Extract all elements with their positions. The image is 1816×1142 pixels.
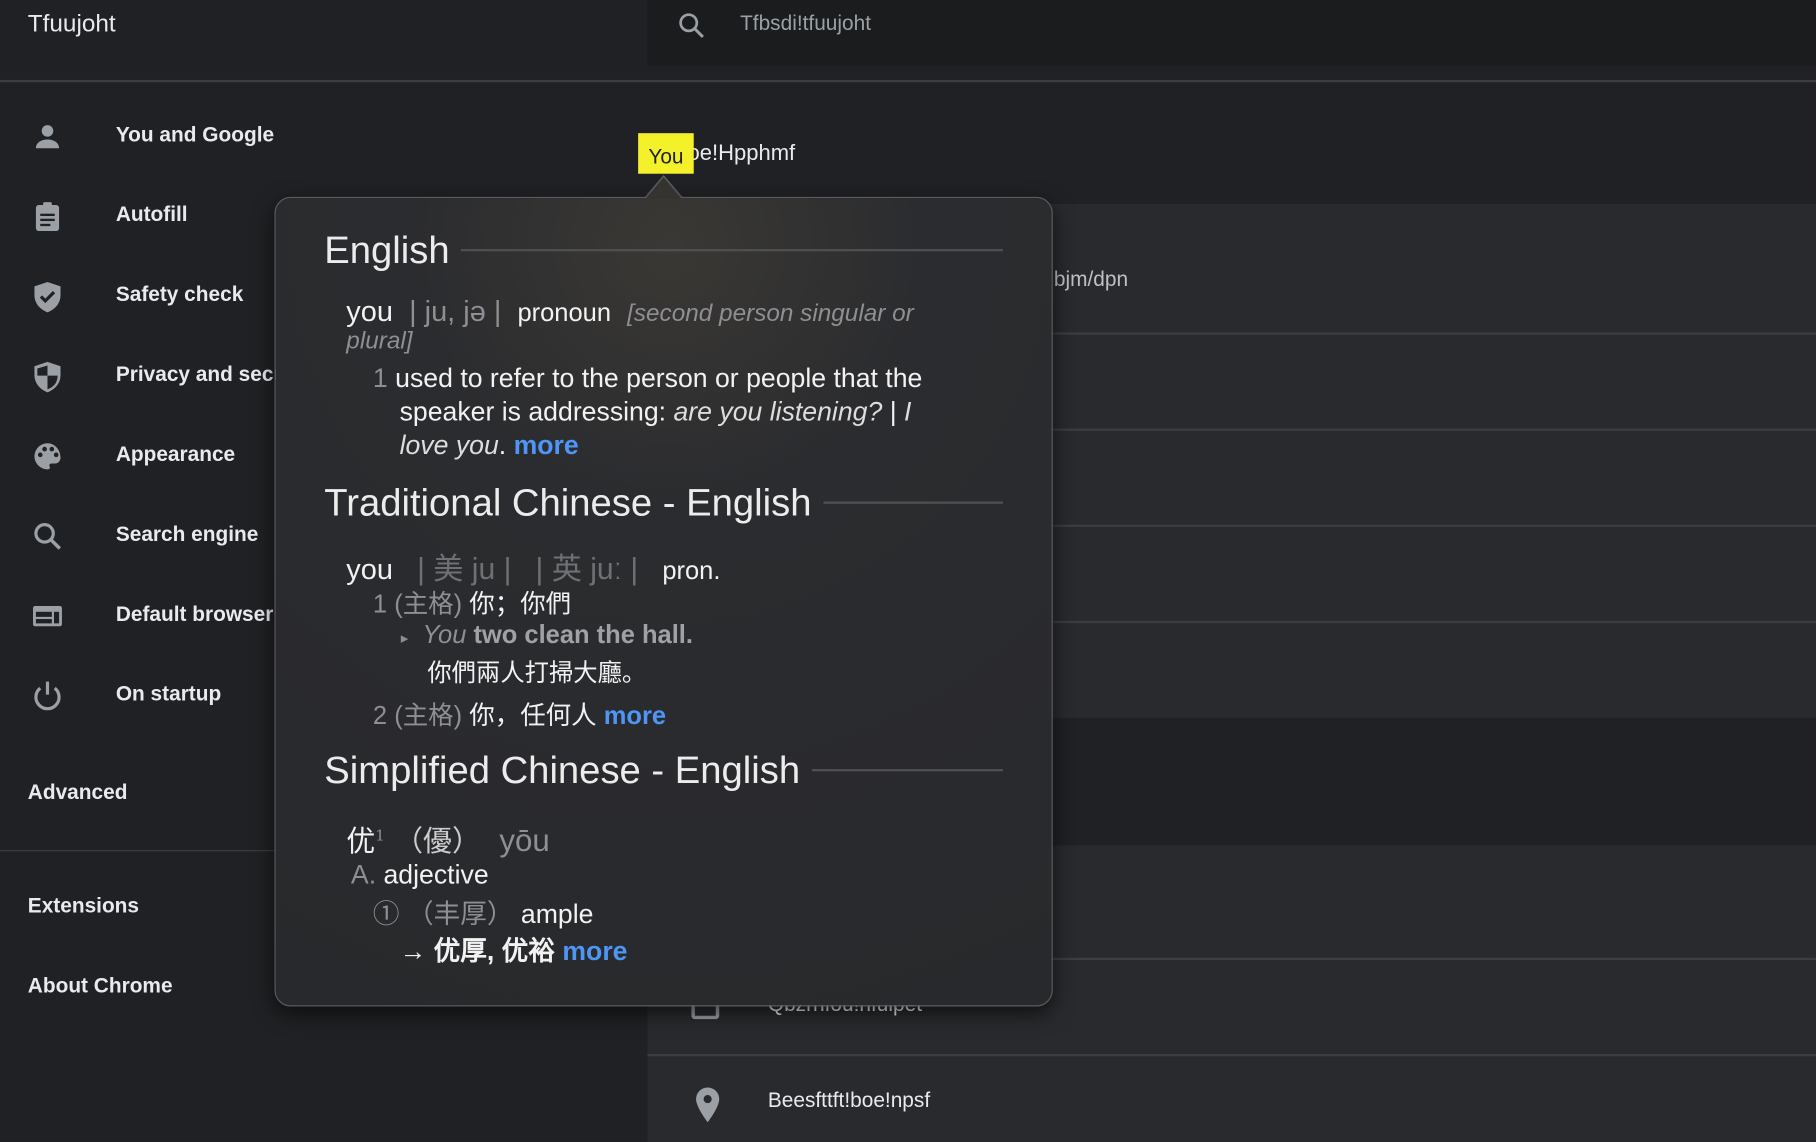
definition: used to refer to the person or people th… [395,362,923,393]
palette-icon [34,443,61,470]
simp-sense: ① （丰厚） ample [373,892,594,931]
example: are you listening? [673,396,883,427]
person-icon [35,125,60,149]
heading-text: Simplified Chinese - English [324,748,801,792]
browser-icon [33,606,62,627]
english-def-line1: 1 used to refer to the person or people … [373,363,922,394]
sidebar-item-label: On startup [115,682,222,706]
pronunciation: | ju, jə | [409,295,502,328]
heading-text: English [324,228,450,272]
search-icon [34,523,62,550]
location-pin-icon [696,1087,720,1123]
trad-headword-line: you | 美 ju | | 英 juː | pron. [346,545,720,588]
heading-rule [811,769,1003,772]
header-divider [0,79,1816,83]
sidebar-extensions[interactable]: Extensions [28,894,139,918]
sidebar-item-label: Default browser [115,602,274,626]
sidebar-item-label: Privacy and secu [115,362,287,386]
homograph-number: 1 [375,827,385,846]
part-of-speech: adjective [383,859,489,890]
heading-rule [823,501,1003,504]
shield-half-icon [34,361,61,393]
popup-arrow-fill [646,177,681,199]
english-headword-line: you | ju, jə | pronoun [second person si… [346,295,913,329]
trad-sense-2: 2 (主格) 你，任何人 more [373,695,666,732]
trad-example: ▸ You two clean the hall. [401,620,693,650]
simp-headword-line: 优1 （優） yōu [346,819,550,861]
example-emphasis: You [422,619,467,649]
usage-note: [second person singular or [627,299,914,327]
english-def-line3: love you. more [400,430,579,461]
sidebar-item-label: Search engine [115,522,259,546]
definition: ample [520,898,594,929]
pinyin: yōu [499,823,550,859]
sidebar-item-label: Safety check [115,282,244,306]
row-divider [647,1053,1816,1057]
account-email: bjm/dpn [1053,267,1129,291]
grammar-tag: (主格) [394,589,463,619]
definition: 你；你們 [469,589,572,619]
sense-number: 2 [372,700,388,730]
sidebar-item-label: You and Google [115,122,275,146]
simp-related: → 优厚, 优裕 more [400,929,628,968]
lookup-highlight: You [638,133,694,174]
sense-number: ① [372,898,400,929]
sidebar-advanced[interactable]: Advanced [28,781,128,805]
more-link[interactable]: more [562,936,627,966]
traditional-form: （優） [394,824,481,859]
heading-english: English [324,228,1003,272]
english-def-line2: speaker is addressing: are you listening… [400,396,912,427]
headword: you [346,553,393,587]
trad-example-translation: 你們兩人打掃大廳。 [427,660,647,687]
example: I [904,396,912,427]
trad-sense-1: 1 (主格) 你；你們 [373,584,571,621]
part-of-speech: pron. [662,555,721,585]
dictionary-popup: English you | ju, jə | pronoun [second p… [274,196,1053,1007]
grammar-tag: (主格) [394,700,463,730]
pos-letter: A. [350,859,377,890]
sidebar-item-label: Appearance [115,442,236,466]
example-bullet-icon: ▸ [400,628,409,647]
definition: 你，任何人 [469,700,597,730]
sidebar-item-label: Autofill [115,202,188,226]
addresses-link[interactable]: Beesfttft!boe!npsf [768,1089,930,1113]
pronunciation-us: | 美 ju | [417,551,512,587]
heading-text: Traditional Chinese - English [324,480,812,524]
sense-tag: （丰厚） [406,898,514,929]
simp-pos-line: A. adjective [351,859,489,890]
power-icon [34,681,61,711]
part-of-speech: pronoun [517,297,612,327]
period: . [498,429,507,460]
search-input[interactable]: Tfbsdi!tfuujoht [740,12,871,36]
app-title: Tfuujoht [27,10,116,38]
example-cont: love you [399,429,499,460]
sense-number: 1 [372,362,388,393]
pronunciation-uk: | 英 juː | [535,551,639,587]
sidebar-about-chrome[interactable]: About Chrome [28,974,173,998]
heading-simplified-chinese: Simplified Chinese - English [324,748,1003,792]
example-text: two clean the hall. [473,619,693,649]
related-words: 优厚, 优裕 [433,935,555,966]
heading-rule [461,249,1003,252]
usage-note-cont: plural] [346,327,413,355]
more-link[interactable]: more [604,701,666,730]
arrow-right-icon: → [399,935,427,966]
search-icon [679,13,704,39]
sense-number: 1 [372,589,388,619]
more-link[interactable]: more [514,430,579,460]
definition-cont: speaker is addressing: [399,396,667,427]
sidebar-item-you-and-google[interactable]: You and Google [0,108,647,166]
headword: 优 [346,824,376,859]
shield-check-icon [34,282,61,313]
headword: you [346,295,393,328]
separator: | [889,396,897,427]
heading-traditional-chinese: Traditional Chinese - English [324,481,1003,525]
search-bar[interactable]: Tfbsdi!tfuujoht [647,0,1816,67]
clipboard-icon [35,202,60,232]
